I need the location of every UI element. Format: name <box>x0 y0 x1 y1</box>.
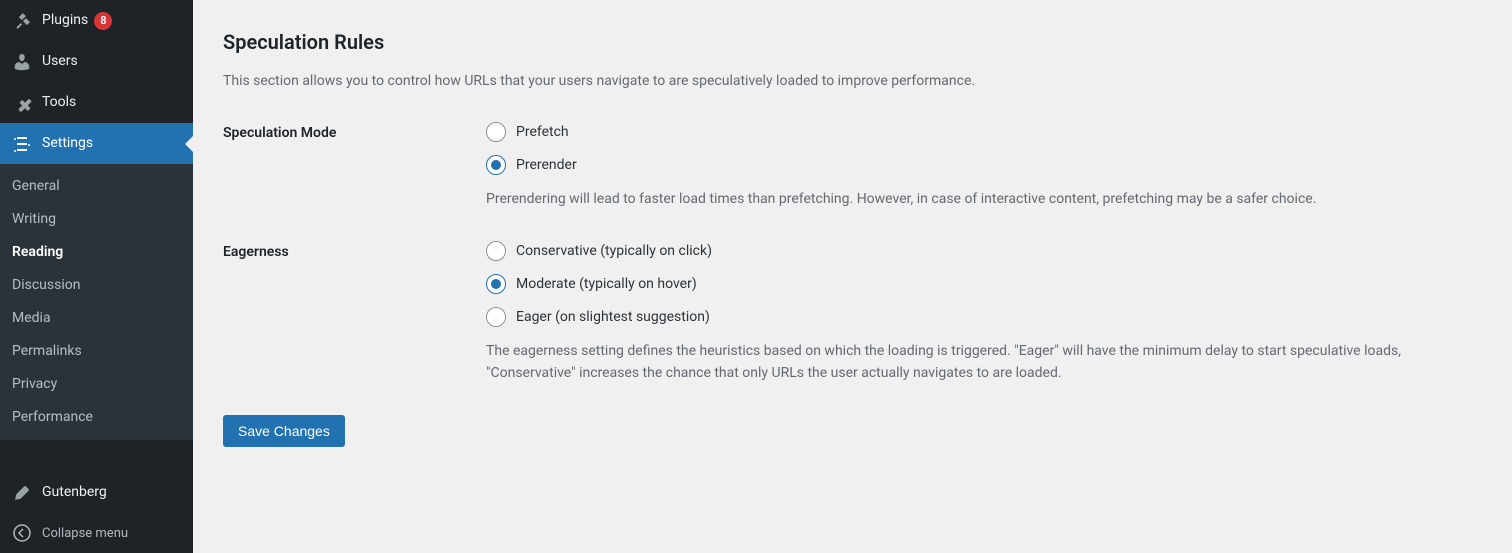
save-button[interactable]: Save Changes <box>223 415 345 447</box>
admin-sidebar: Plugins 8 Users Tools Settings General W… <box>0 0 193 553</box>
sidebar-item-settings[interactable]: Settings <box>0 123 193 164</box>
user-icon <box>12 52 32 72</box>
radio-moderate[interactable]: Moderate (typically on hover) <box>486 274 1482 294</box>
sidebar-item-plugins[interactable]: Plugins 8 <box>0 0 193 41</box>
submenu-discussion[interactable]: Discussion <box>0 269 193 302</box>
sidebar-item-gutenberg[interactable]: Gutenberg <box>0 472 193 513</box>
submenu-performance[interactable]: Performance <box>0 401 193 434</box>
radio-icon <box>486 274 506 294</box>
radio-icon <box>486 307 506 327</box>
content-area: Speculation Rules This section allows yo… <box>193 0 1512 553</box>
plug-icon <box>12 11 32 31</box>
page-description: This section allows you to control how U… <box>223 70 1482 92</box>
radio-icon <box>486 155 506 175</box>
radio-label: Conservative (typically on click) <box>516 243 712 259</box>
sidebar-item-tools[interactable]: Tools <box>0 82 193 123</box>
speculation-mode-row: Speculation Mode Prefetch Prerender Prer… <box>223 122 1482 210</box>
submenu-reading[interactable]: Reading <box>0 236 193 269</box>
collapse-label: Collapse menu <box>42 526 128 541</box>
eagerness-label: Eagerness <box>223 241 486 260</box>
speculation-mode-label: Speculation Mode <box>223 122 486 141</box>
collapse-icon <box>12 523 32 543</box>
eagerness-description: The eagerness setting defines the heuris… <box>486 340 1446 385</box>
sidebar-label: Users <box>42 52 78 70</box>
radio-conservative[interactable]: Conservative (typically on click) <box>486 241 1482 261</box>
sidebar-label: Gutenberg <box>42 483 107 501</box>
settings-submenu: General Writing Reading Discussion Media… <box>0 164 193 440</box>
submenu-media[interactable]: Media <box>0 302 193 335</box>
mode-description: Prerendering will lead to faster load ti… <box>486 188 1446 210</box>
radio-prefetch[interactable]: Prefetch <box>486 122 1482 142</box>
submenu-privacy[interactable]: Privacy <box>0 368 193 401</box>
submenu-general[interactable]: General <box>0 170 193 203</box>
plugins-badge: 8 <box>94 12 112 30</box>
submenu-permalinks[interactable]: Permalinks <box>0 335 193 368</box>
radio-label: Moderate (typically on hover) <box>516 276 697 292</box>
eagerness-row: Eagerness Conservative (typically on cli… <box>223 241 1482 385</box>
sidebar-label: Plugins <box>42 11 88 29</box>
wrench-icon <box>12 93 32 113</box>
radio-icon <box>486 241 506 261</box>
radio-icon <box>486 122 506 142</box>
page-title: Speculation Rules <box>223 30 1482 54</box>
collapse-menu[interactable]: Collapse menu <box>0 513 193 553</box>
sidebar-label: Settings <box>42 134 93 152</box>
radio-eager[interactable]: Eager (on slightest suggestion) <box>486 307 1482 327</box>
pencil-icon <box>12 483 32 503</box>
radio-prerender[interactable]: Prerender <box>486 155 1482 175</box>
sliders-icon <box>12 134 32 154</box>
sidebar-item-users[interactable]: Users <box>0 41 193 82</box>
radio-label: Eager (on slightest suggestion) <box>516 309 710 325</box>
radio-label: Prerender <box>516 157 577 173</box>
sidebar-label: Tools <box>42 93 76 111</box>
submenu-writing[interactable]: Writing <box>0 203 193 236</box>
radio-label: Prefetch <box>516 124 569 140</box>
